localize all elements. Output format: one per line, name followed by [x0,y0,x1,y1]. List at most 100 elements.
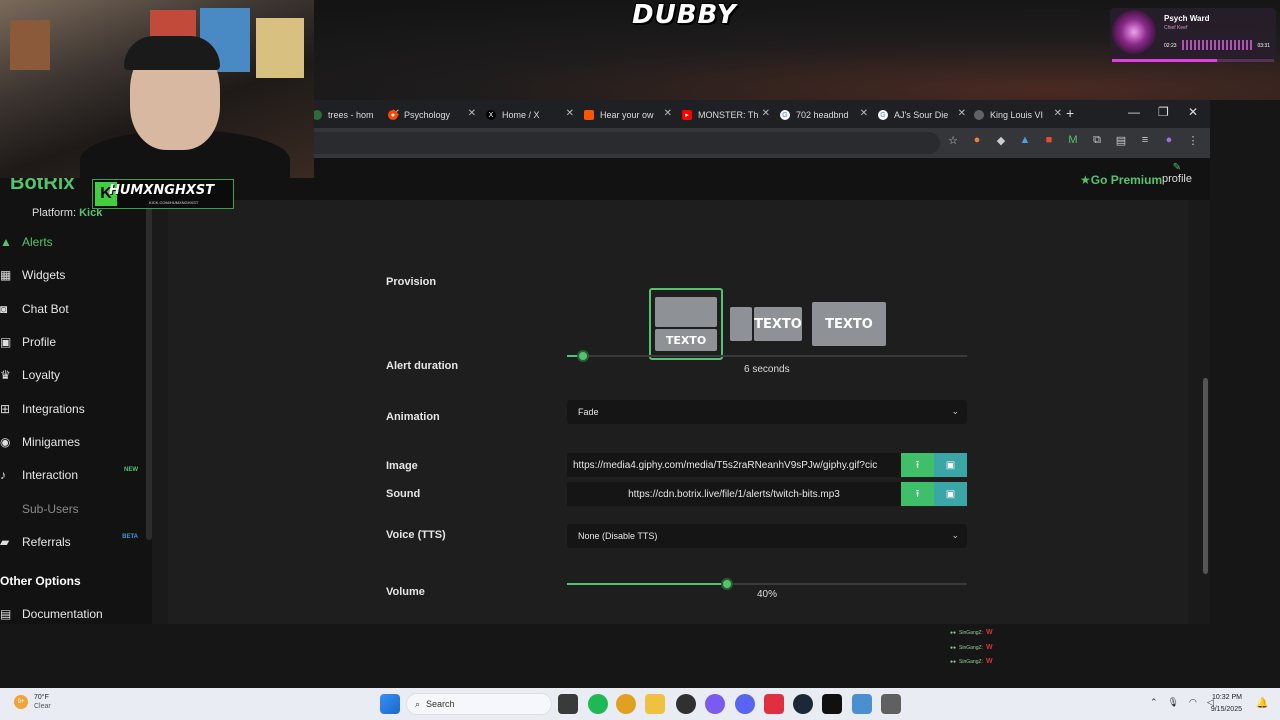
browser-tab[interactable]: ▸ MONSTER: Th ✕ [676,104,774,126]
user-icon: ●● [950,629,957,636]
x-icon: X [486,110,496,120]
close-tab-icon[interactable]: ✕ [1054,108,1062,119]
wifi-icon[interactable]: ◠ [1189,697,1197,708]
music-icon: ♪ [0,468,6,482]
close-tab-icon[interactable]: ✕ [566,108,574,119]
profile-avatar-icon[interactable]: ● [1162,134,1176,147]
close-tab-icon[interactable]: ✕ [664,108,672,119]
app-icon[interactable] [881,694,901,714]
minimize-button[interactable]: — [1128,105,1140,119]
provision-option-image-left-text[interactable]: TEXTO [728,288,804,360]
sidebar-item-label: Referrals [22,535,71,549]
upload-sound-button[interactable]: ⭱ [901,482,934,506]
extension-icon[interactable]: ■ [1042,134,1056,147]
close-window-button[interactable]: ✕ [1188,105,1198,119]
content-scrollbar[interactable] [1203,378,1208,574]
profile-label: profile [1162,173,1192,185]
slider-handle[interactable] [721,578,733,590]
sidebar-item-alerts[interactable]: ▲ Alerts [0,228,148,256]
extension-icon[interactable]: ● [970,134,984,147]
clock-date: 9/15/2025 [1210,706,1242,713]
browser-tab[interactable]: ● Psychology ✕ [382,104,480,126]
browser-tab[interactable]: G 702 headbnd ✕ [774,104,872,126]
weather-sun-icon: 9+ [14,695,28,709]
sidebar-item-documentation[interactable]: ▤ Documentation [0,600,148,624]
provision-option-image-above-text[interactable]: TEXTO [649,288,723,360]
app-icon[interactable] [705,694,725,714]
profile-link[interactable]: ✎ profile [1160,162,1194,185]
provision-option-text-over-image[interactable]: TEXTO [811,288,887,360]
menu-icon[interactable]: ⋮ [1186,134,1200,147]
go-premium-link[interactable]: ★Go Premium [1080,173,1162,187]
album-art [1112,10,1156,54]
sidebar-item-label: Loyalty [22,368,61,382]
extension-icon[interactable]: ◆ [994,134,1008,147]
extension-icon[interactable]: M [1066,134,1080,147]
browser-toolbar: ☆ ● ◆ ▲ ■ M ⧉ ▤ ≡ ● ⋮ [946,134,1200,147]
file-explorer-icon[interactable] [645,694,665,714]
sidebar-scrollbar[interactable] [146,200,152,540]
sidebar-item-chat-bot[interactable]: ◙ Chat Bot [0,295,148,323]
discord-icon[interactable] [735,694,755,714]
sidebar-item-referrals[interactable]: ▰ Referrals BETA [0,528,148,556]
url-input[interactable] [300,132,940,154]
sound-library-button[interactable]: ▣ [934,482,967,506]
close-tab-icon[interactable]: ✕ [958,108,966,119]
media-icon[interactable]: ▤ [1114,134,1128,147]
voice-tts-select[interactable]: None (Disable TTS) ⌄ [567,524,967,548]
browser-tab[interactable]: Hear your ow ✕ [578,104,676,126]
sidebar-item-integrations[interactable]: ⊞ Integrations [0,395,148,423]
close-tab-icon[interactable]: ✕ [468,108,476,119]
animation-select[interactable]: Fade ⌄ [567,400,967,424]
microphone-icon[interactable]: 🎙 [1168,697,1179,708]
referrals-icon: ▰ [0,535,10,549]
chrome-icon[interactable] [616,694,636,714]
close-tab-icon[interactable]: ✕ [860,108,868,119]
volume-slider[interactable] [567,578,967,590]
reading-list-icon[interactable]: ≡ [1138,134,1152,147]
start-button-windows-icon[interactable] [380,694,400,714]
image-library-button[interactable]: ▣ [934,453,967,477]
taskbar-clock[interactable]: 10:32 PM 9/15/2025 [1198,692,1242,716]
tab-label: 702 headbnd [796,110,849,120]
sidebar-item-sub-users[interactable]: Sub-Users [0,495,148,523]
browser-tab[interactable]: G AJ's Sour Die ✕ [872,104,970,126]
search-placeholder: Search [426,699,455,709]
browser-tab[interactable]: X Home / X ✕ [480,104,578,126]
spotify-icon[interactable] [588,694,608,714]
extension-icon[interactable]: ▲ [1018,134,1032,147]
chat-message: ●● SinGangZ: W [950,644,993,651]
sidebar-item-profile[interactable]: ▣ Profile [0,328,148,356]
sidebar-item-label: Interaction [22,468,79,482]
sidebar-item-widgets[interactable]: ▦ Widgets [0,261,148,289]
close-tab-icon[interactable]: ✕ [762,108,770,119]
puzzle-icon[interactable]: ⧉ [1090,134,1104,147]
volume-value: 40% [757,589,778,600]
browser-tab[interactable]: King Louis VI ✕ [968,104,1066,126]
bookmark-star-icon[interactable]: ☆ [946,134,960,147]
task-view-icon[interactable] [558,694,578,714]
weather-widget[interactable]: 9+ 70°F Clear [14,693,51,711]
sidebar-item-interaction[interactable]: ♪ Interaction NEW [0,461,148,489]
terminal-icon[interactable] [822,694,842,714]
slider-handle[interactable] [577,350,589,362]
steam-icon[interactable] [793,694,813,714]
restore-button[interactable]: ❐ [1158,105,1169,119]
new-tab-button[interactable]: + [1066,105,1074,121]
chevron-up-icon[interactable]: ⌃ [1150,697,1158,708]
pencil-icon: ✎ [1172,162,1182,173]
notification-bell-icon[interactable]: 🔔 [1256,698,1268,709]
sound-url-input[interactable]: https://cdn.botrix.live/file/1/alerts/tw… [567,482,901,506]
sidebar-item-minigames[interactable]: ◉ Minigames [0,428,148,456]
sidebar-item-loyalty[interactable]: ♛ Loyalty [0,361,148,389]
app-icon[interactable] [764,694,784,714]
obs-icon[interactable] [676,694,696,714]
image-url-input[interactable]: https://media4.giphy.com/media/T5s2raRNe… [567,453,901,477]
star-icon: ★ [1080,173,1091,187]
song-total: 03:31 [1257,43,1270,49]
alert-duration-slider[interactable] [567,350,967,362]
upload-image-button[interactable]: ⭱ [901,453,934,477]
taskbar-search[interactable]: ⌕ Search [406,693,552,715]
tab-label: MONSTER: Th [698,110,759,120]
snipping-tool-icon[interactable] [852,694,872,714]
